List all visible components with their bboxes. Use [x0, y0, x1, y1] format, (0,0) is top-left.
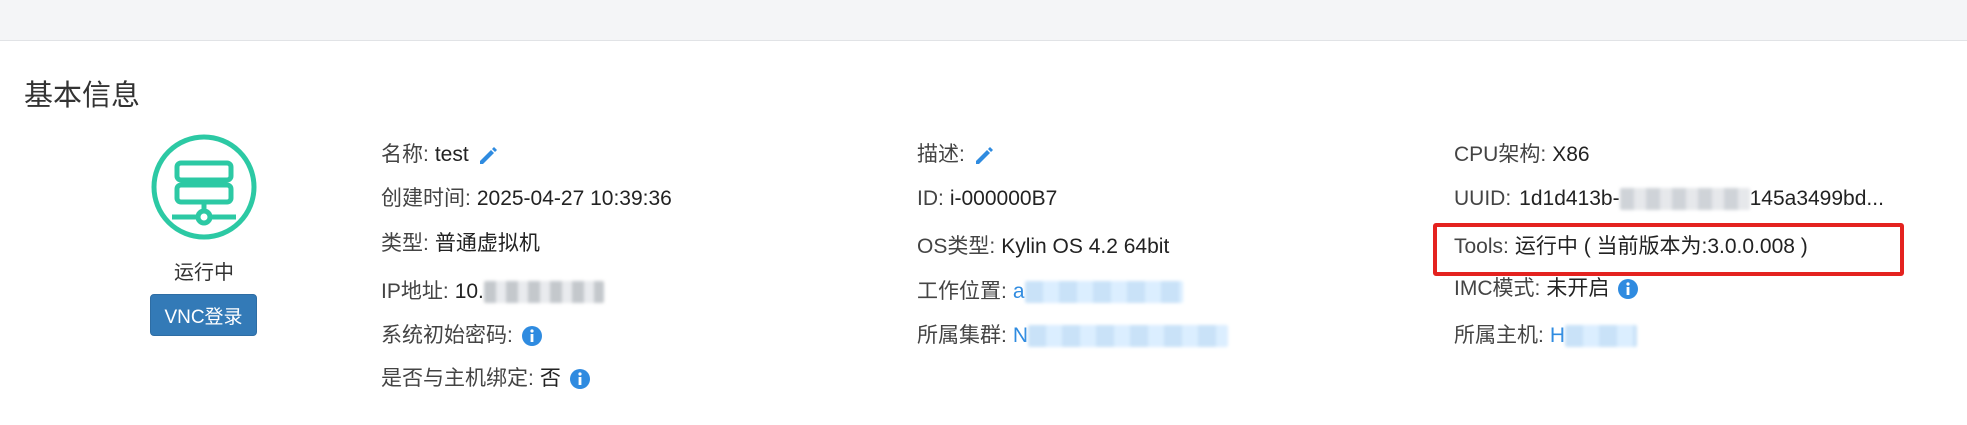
- password-info-icon[interactable]: [521, 325, 543, 347]
- os-type-label: OS类型:: [917, 235, 996, 258]
- vnc-login-button[interactable]: VNC登录: [150, 294, 257, 336]
- cluster-redacted: [1028, 325, 1229, 347]
- created-time-value: 2025-04-27 10:39:36: [476, 187, 672, 210]
- host-binding-value: 否: [539, 367, 561, 390]
- location-link[interactable]: a: [1013, 277, 1025, 307]
- os-type-value: Kylin OS 4.2 64bit: [1001, 235, 1170, 258]
- id-field: ID: i-000000B7: [917, 184, 1057, 214]
- imc-mode-field: IMC模式: 未开启: [1454, 274, 1639, 304]
- edit-name-icon[interactable]: [477, 144, 499, 166]
- host-link[interactable]: H: [1550, 321, 1565, 351]
- type-value: 普通虚拟机: [434, 232, 540, 255]
- description-label: 描述:: [917, 143, 965, 166]
- binding-info-icon[interactable]: [569, 368, 591, 390]
- ip-field: IP地址: 10.: [381, 277, 604, 307]
- top-bar: [0, 0, 1967, 41]
- vm-status: 运行中: [174, 262, 234, 284]
- id-value: i-000000B7: [949, 187, 1058, 210]
- description-field: 描述:: [917, 140, 995, 170]
- os-type-field: OS类型: Kylin OS 4.2 64bit: [917, 232, 1169, 262]
- cpu-arch-value: X86: [1552, 143, 1590, 166]
- ip-value: 10.: [454, 280, 484, 303]
- host-redacted: [1565, 325, 1638, 347]
- type-label: 类型:: [381, 232, 429, 255]
- initial-password-label: 系统初始密码:: [381, 324, 513, 347]
- created-time-label: 创建时间:: [381, 187, 471, 210]
- initial-password-field: 系统初始密码:: [381, 321, 543, 351]
- uuid-field: UUID: 1d1d413b- 145a3499bd...: [1454, 184, 1884, 214]
- host-binding-label: 是否与主机绑定:: [381, 367, 534, 390]
- location-field: 工作位置: a: [917, 277, 1183, 307]
- imc-mode-label: IMC模式:: [1454, 277, 1541, 300]
- ip-redacted: [483, 281, 604, 303]
- imc-mode-value: 未开启: [1546, 277, 1610, 300]
- location-label: 工作位置:: [917, 280, 1007, 303]
- name-value: test: [434, 143, 469, 166]
- cluster-field: 所属集群: N: [917, 321, 1229, 351]
- host-field: 所属主机: H: [1454, 321, 1638, 351]
- ip-label: IP地址:: [381, 280, 449, 303]
- type-field: 类型: 普通虚拟机: [381, 229, 540, 259]
- id-label: ID:: [917, 187, 944, 210]
- edit-description-icon[interactable]: [973, 144, 995, 166]
- uuid-redacted: [1619, 188, 1750, 210]
- imc-info-icon[interactable]: [1617, 278, 1639, 300]
- host-label: 所属主机:: [1454, 324, 1544, 347]
- cluster-label: 所属集群:: [917, 324, 1007, 347]
- host-binding-field: 是否与主机绑定: 否: [381, 364, 591, 394]
- uuid-prefix: 1d1d413b-: [1519, 187, 1620, 210]
- cpu-arch-field: CPU架构: X86: [1454, 140, 1590, 170]
- uuid-suffix: 145a3499bd...: [1749, 187, 1884, 210]
- vm-server-icon: [151, 134, 257, 240]
- name-field: 名称: test: [381, 140, 499, 170]
- uuid-label: UUID:: [1454, 187, 1512, 210]
- cpu-arch-label: CPU架构:: [1454, 143, 1547, 166]
- name-label: 名称:: [381, 143, 429, 166]
- tools-highlight-box: [1433, 223, 1904, 276]
- section-title: 基本信息: [24, 80, 141, 112]
- location-redacted: [1024, 281, 1183, 303]
- created-time-field: 创建时间: 2025-04-27 10:39:36: [381, 184, 672, 214]
- cluster-link[interactable]: N: [1013, 321, 1028, 351]
